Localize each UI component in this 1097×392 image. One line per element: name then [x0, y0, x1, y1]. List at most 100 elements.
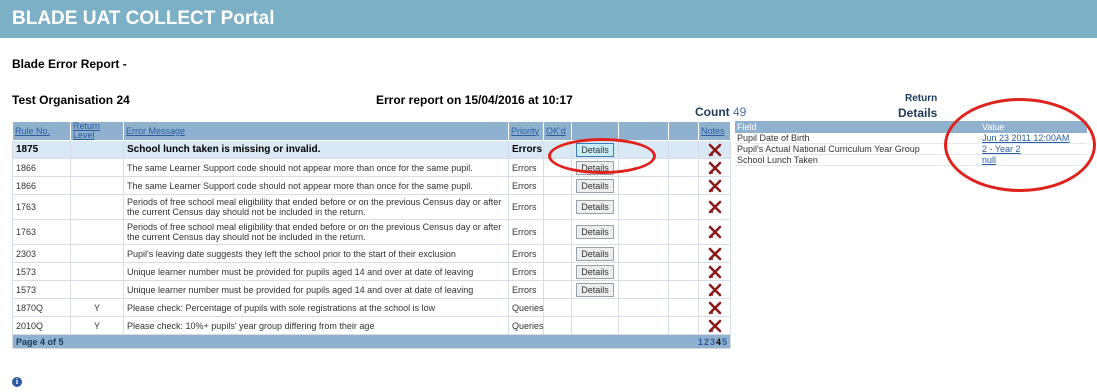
details-button[interactable]: Details: [576, 178, 614, 193]
cell-return-level: Y: [70, 298, 124, 317]
organisation-name: Test Organisation 24: [12, 93, 130, 107]
pager-row: Page 4 of 5 12345: [12, 334, 731, 349]
cell-blank-1: [618, 244, 669, 263]
col-rule-no[interactable]: Rule No.: [12, 121, 71, 141]
cell-rule-no: 1866: [12, 158, 71, 177]
cell-notes: [698, 176, 731, 195]
delete-x-icon[interactable]: [708, 225, 722, 239]
page-link-5[interactable]: 5: [722, 337, 727, 347]
cell-details: [571, 298, 619, 317]
cell-rule-no: 2303: [12, 244, 71, 263]
cell-details: Details: [571, 280, 619, 299]
delete-x-icon[interactable]: [708, 283, 722, 296]
cell-details: Details: [571, 140, 619, 159]
cell-blank-2: [668, 298, 699, 317]
col-notes[interactable]: Notes: [698, 121, 731, 141]
cell-okd: [543, 316, 572, 335]
details-button[interactable]: Details: [576, 282, 614, 297]
cell-okd: [543, 298, 572, 317]
table-row[interactable]: 1870Q Y Please check: Percentage of pupils…: [12, 298, 731, 317]
detail-value-cell: 2 - Year 2: [980, 143, 1087, 155]
table-row[interactable]: 1866 The same Learner Support code should…: [12, 176, 731, 195]
col-value: Value: [980, 121, 1087, 133]
cell-details: [571, 316, 619, 335]
details-row: Pupil's Actual National Curriculum Year …: [735, 143, 1087, 155]
col-okd[interactable]: OK'd: [543, 121, 572, 141]
cell-details: Details: [571, 194, 619, 220]
table-row[interactable]: 1763 Periods of free school meal eligibil…: [12, 194, 731, 220]
cell-okd: [543, 176, 572, 195]
cell-blank-1: [618, 140, 669, 159]
table-row[interactable]: 1763 Periods of free school meal eligibil…: [12, 219, 731, 245]
cell-notes: [698, 316, 731, 335]
page-link-1[interactable]: 1: [698, 337, 703, 347]
cell-okd: [543, 244, 572, 263]
cell-priority: Errors: [508, 280, 544, 299]
cell-blank-2: [668, 316, 699, 335]
cell-error-message: Unique learner number must be provided f…: [123, 280, 509, 299]
cell-okd: [543, 140, 572, 159]
delete-x-icon[interactable]: [708, 161, 722, 174]
page-link-3[interactable]: 3: [710, 337, 715, 347]
page-link-4[interactable]: 4: [716, 337, 721, 347]
cell-okd: [543, 158, 572, 177]
cell-return-level: [70, 280, 124, 299]
details-button[interactable]: Details: [576, 225, 614, 239]
cell-notes: [698, 298, 731, 317]
delete-x-icon[interactable]: [708, 319, 722, 332]
col-blank-1: [618, 121, 669, 141]
cell-notes: [698, 280, 731, 299]
detail-field: School Lunch Taken: [735, 154, 980, 166]
detail-value-link[interactable]: Jun 23 2011 12:00AM: [982, 133, 1069, 143]
cell-return-level: [70, 158, 124, 177]
delete-x-icon[interactable]: [708, 200, 722, 214]
count-label: Count: [695, 105, 730, 119]
count-value: 49: [733, 105, 747, 119]
cell-details: Details: [571, 176, 619, 195]
table-row[interactable]: 2303 Pupil's leaving date suggests they l…: [12, 244, 731, 263]
cell-notes: [698, 140, 731, 159]
details-row: Pupil Date of Birth Jun 23 2011 12:00AM: [735, 133, 1087, 144]
cell-rule-no: 1875: [12, 140, 71, 159]
delete-x-icon[interactable]: [708, 179, 722, 192]
error-count: Count 49: [695, 105, 746, 119]
cell-priority: Queries: [508, 298, 544, 317]
details-button[interactable]: Details: [576, 160, 614, 175]
col-return-level[interactable]: Return Level: [70, 121, 124, 141]
details-button[interactable]: Details: [576, 200, 614, 214]
info-icon[interactable]: i: [12, 377, 22, 387]
delete-x-icon[interactable]: [708, 265, 722, 278]
cell-priority: Errors: [508, 140, 544, 159]
details-heading: Details: [898, 106, 938, 120]
table-row[interactable]: 2010Q Y Please check: 10%+ pupils' year gr…: [12, 316, 731, 335]
cell-rule-no: 1573: [12, 262, 71, 281]
col-error-message[interactable]: Error Message: [123, 121, 509, 141]
cell-rule-no: 1763: [12, 194, 71, 220]
delete-x-icon[interactable]: [708, 247, 722, 260]
cell-priority: Errors: [508, 262, 544, 281]
table-row[interactable]: 1875 School lunch taken is missing or inv…: [12, 140, 731, 159]
col-priority[interactable]: Priority: [508, 121, 544, 141]
cell-notes: [698, 262, 731, 281]
cell-error-message: Unique learner number must be provided f…: [123, 262, 509, 281]
return-link[interactable]: Return: [905, 93, 937, 104]
report-timestamp: Error report on 15/04/2016 at 10:17: [376, 93, 573, 107]
table-row[interactable]: 1866 The same Learner Support code should…: [12, 158, 731, 177]
details-button[interactable]: Details: [576, 246, 614, 261]
delete-x-icon[interactable]: [708, 301, 722, 314]
detail-value-cell: Jun 23 2011 12:00AM: [980, 133, 1087, 144]
cell-priority: Errors: [508, 176, 544, 195]
page-link-2[interactable]: 2: [704, 337, 709, 347]
cell-priority: Errors: [508, 219, 544, 245]
table-row[interactable]: 1573 Unique learner number must be provid…: [12, 280, 731, 299]
cell-rule-no: 1866: [12, 176, 71, 195]
delete-x-icon[interactable]: [708, 143, 722, 156]
details-button[interactable]: Details: [576, 264, 614, 279]
cell-blank-2: [668, 176, 699, 195]
details-button[interactable]: Details: [576, 142, 614, 157]
cell-rule-no: 1573: [12, 280, 71, 299]
detail-value-link[interactable]: 2 - Year 2: [982, 144, 1021, 154]
table-row[interactable]: 1573 Unique learner number must be provid…: [12, 262, 731, 281]
detail-value-link[interactable]: null: [982, 155, 996, 165]
page-links: 12345: [697, 337, 727, 347]
